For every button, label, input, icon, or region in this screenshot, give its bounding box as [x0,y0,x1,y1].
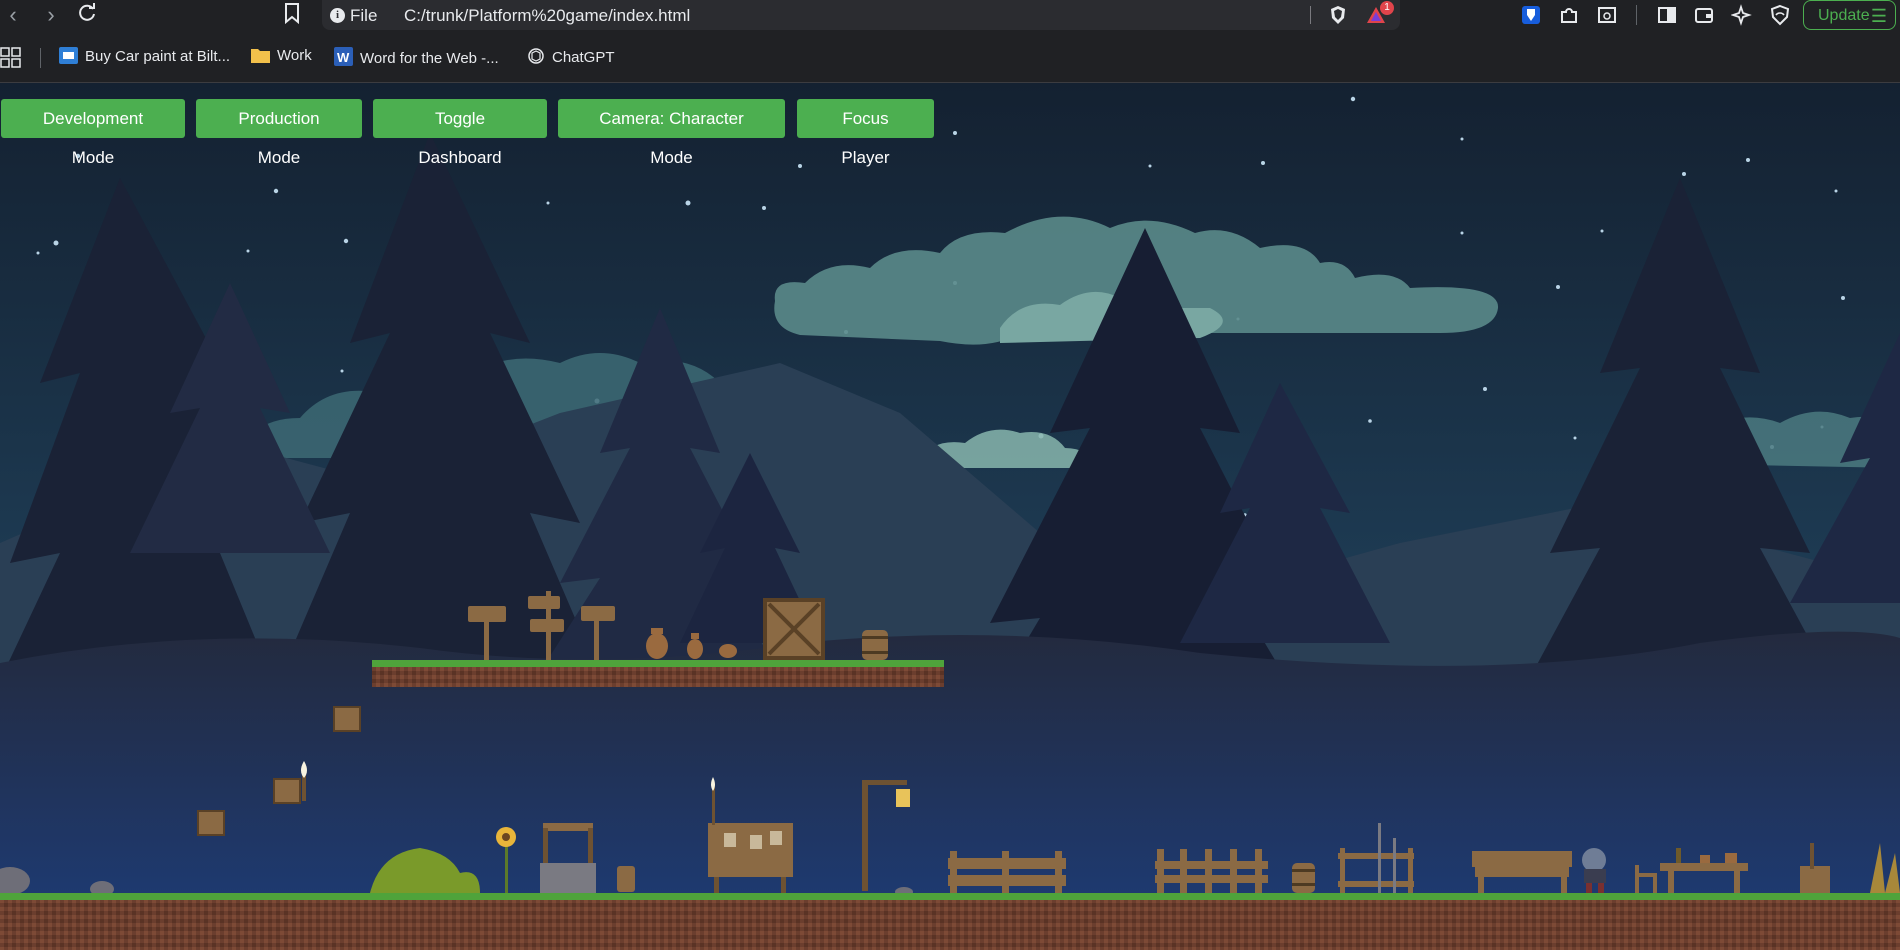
site-info-icon[interactable]: i [330,8,345,23]
back-button[interactable]: ‹ [0,2,26,28]
forward-button[interactable]: › [38,2,64,28]
svg-text:W: W [337,50,350,65]
ground [0,893,1900,950]
ground-barrel [1292,863,1315,893]
development-mode-button[interactable]: Development Mode [1,99,185,167]
production-mode-button[interactable]: Production Mode [196,99,362,167]
brave-shields-icon[interactable] [1327,4,1349,26]
address-bar[interactable]: i File C:/trunk/Platform%20game/index.ht… [322,0,1400,30]
bookmark-label: Work [277,47,312,64]
game-canvas[interactable]: Development Mode Production Mode Toggle … [0,83,1900,950]
notification-badge: 1 [1380,1,1394,15]
camera-mode-button[interactable]: Camera: Character Mode [558,99,785,167]
update-button[interactable]: Update ☰ [1803,0,1896,30]
bookmark-word-for-web[interactable]: W Word for the Web -... [334,47,499,67]
update-label: Update [1818,7,1870,24]
folder-icon [251,49,270,63]
vpn-icon[interactable] [1769,4,1791,26]
bookmarks-divider [40,48,41,68]
leo-ai-icon[interactable] [1731,4,1753,26]
bookmark-buy-car-paint[interactable]: Buy Car paint at Bilt... [59,47,230,65]
extensions-icon[interactable] [1558,4,1580,26]
bookmarks-bar: Buy Car paint at Bilt... Work W Word for … [0,32,1900,83]
toggle-dashboard-button[interactable]: Toggle Dashboard [373,99,547,167]
address-url[interactable]: C:/trunk/Platform%20game/index.html [404,6,690,26]
bucket [617,866,635,892]
address-divider [1310,6,1311,24]
sidebar-icon[interactable] [1656,4,1678,26]
focus-player-button[interactable]: Focus Player [797,99,934,167]
toolbar-divider [1636,5,1637,25]
bookmark-icon [285,3,299,25]
bookmark-page-button[interactable] [279,2,305,28]
chatgpt-icon [528,48,544,64]
reader-icon[interactable] [1596,4,1618,26]
address-scheme: File [350,6,378,25]
reload-button[interactable] [74,2,100,28]
bookmark-chatgpt[interactable]: ChatGPT [527,47,615,66]
reload-icon [79,3,95,21]
bitwarden-icon[interactable] [1520,4,1542,26]
barrel [862,630,888,660]
store-icon [59,47,78,64]
apps-grid-icon[interactable] [0,47,22,69]
bookmark-label: Word for the Web -... [360,50,499,67]
word-icon: W [334,47,353,66]
wallet-icon[interactable] [1693,4,1715,26]
wooden-crate [763,598,825,660]
bookmark-label: ChatGPT [552,49,615,66]
menu-icon: ☰ [1870,6,1887,26]
game-scene [0,83,1900,950]
bookmark-work[interactable]: Work [251,47,312,64]
bookmark-label: Buy Car paint at Bilt... [85,48,231,65]
browser-toolbar: ‹ › i File C:/trunk/Platform%20game/inde… [0,0,1900,32]
